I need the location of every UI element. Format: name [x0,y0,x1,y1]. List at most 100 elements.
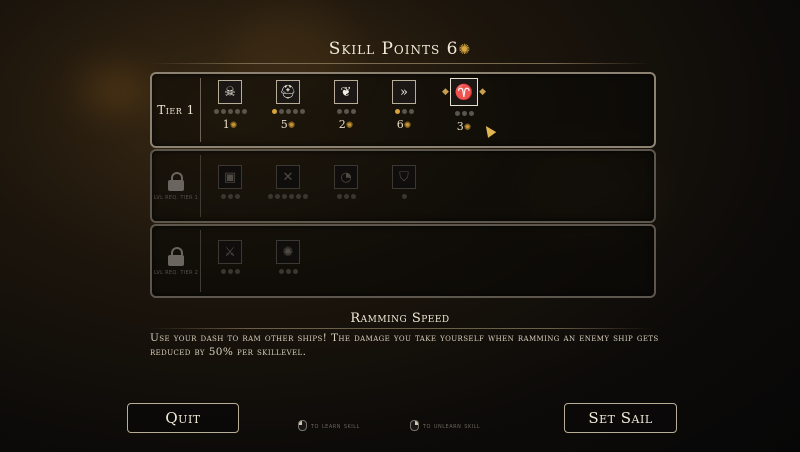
lock-icon [168,246,184,266]
skill-level-dots [278,269,298,275]
skill-level-dot [292,109,298,114]
tier-divider [200,78,201,142]
skill-level-dot [282,194,287,199]
tier-divider [200,155,201,217]
skill-level-dot [350,194,356,199]
skill-cost-value: 3 [456,120,464,133]
skill-level-dot [454,111,460,116]
skill-level-dot [220,194,226,199]
tier-1-panel: Tier 1 ☠ 1✺ ⛑ 5✺ ❦ 2✺» 6✺ ♈ ◆ ◆ 3✺ [150,72,656,148]
skill-level-dot [350,109,356,114]
skill-level-dots [271,109,305,115]
skill-level-dots [454,111,474,117]
right-mouse-icon [410,420,419,431]
tier-divider [200,230,201,292]
skill-cost: 3✺ [457,120,472,133]
claw-icon[interactable]: ❦ [334,80,358,104]
crossed-swords-icon: ⚔ [218,240,242,264]
skill-level-dot [343,194,349,199]
skill-slot[interactable]: ⛑ 5✺ [266,80,310,131]
cannon-crate-icon: ▣ [218,165,242,189]
skill-name-divider [150,328,652,329]
skill-level-dot [336,194,342,199]
skill-level-dots [268,194,308,200]
gear-icon: ✺ [345,121,354,131]
skill-level-dots [336,109,356,115]
skill-level-dots [394,109,414,115]
skill-level-dot [285,109,291,114]
skill-level-dot [220,109,226,114]
swirl-icon: ◔ [334,165,358,189]
skill-slot: ✕ [266,165,310,200]
lock-caption: LVL REQ. TIER 2 [153,269,199,276]
skill-slot[interactable]: ♈ ◆ ◆ 3✺ [442,78,486,133]
selected-skill-description: Use your dash to ram other ships! The da… [150,332,659,358]
skill-level-dot [299,109,305,114]
skill-level-dot [401,109,407,114]
skill-level-dot [292,269,298,274]
skill-level-dot [213,109,219,114]
unlearn-hint-text: to unlearn skill [423,421,481,430]
gear-icon: ✺ [229,121,238,131]
skill-level-dot [394,109,400,114]
skill-level-dot [234,269,240,274]
skill-level-dots [336,194,356,200]
quit-button[interactable]: Quit [127,403,239,433]
lock-icon [168,171,184,191]
selection-marker-icon: ◆ [442,87,449,97]
skill-level-dot [234,194,240,199]
skill-level-dot [408,109,414,114]
skill-slot[interactable]: ☠ 1✺ [208,80,252,131]
ram-icon[interactable]: ♈ [450,78,478,106]
skill-level-dot [285,269,291,274]
skill-level-dot [275,194,280,199]
skill-level-dot [278,269,284,274]
dash-arrows-icon[interactable]: » [392,80,416,104]
lock-caption: LVL REQ. TIER 1 [153,194,199,201]
skill-level-dot [234,109,240,114]
skill-slot: ◔ [324,165,368,200]
skill-slot[interactable]: » 6✺ [382,80,426,131]
skill-slot: ▣ [208,165,252,200]
skill-cost-value: 6 [396,118,404,131]
skill-cost: 5✺ [281,118,296,131]
skill-slot[interactable]: ❦ 2✺ [324,80,368,131]
skill-level-dot [227,194,233,199]
tier-2-panel: LVL REQ. TIER 1 ▣ ✕ ◔ ⛉ [150,149,656,223]
shield-helmet-icon[interactable]: ⛑ [276,80,300,104]
skill-level-dot [220,269,226,274]
skill-points-count: 6 [446,39,459,59]
skill-level-dots [220,194,240,200]
skill-level-dot [278,109,284,114]
skill-level-dot [468,111,474,116]
gear-icon: ✺ [403,121,412,131]
skill-level-dot [271,109,277,114]
skill-slot: ✺ [266,240,310,275]
skill-level-dot [227,109,233,114]
skull-helmet-icon[interactable]: ☠ [218,80,242,104]
unlearn-hint: to unlearn skill [410,420,480,431]
crossed-tools-icon: ✕ [276,165,300,189]
skill-cost-value: 1 [222,118,230,131]
skill-slot: ⛉ [382,165,426,200]
skill-level-dot [241,109,247,114]
shield-icon: ⛉ [392,165,416,189]
compass-icon: ✺ [276,240,300,264]
tier-2-lock: LVL REQ. TIER 1 [152,151,200,221]
tier-3-lock: LVL REQ. TIER 2 [152,226,200,296]
background-glow [80,70,150,110]
skill-level-dots [220,269,240,275]
skill-level-dot [343,109,349,114]
set-sail-button[interactable]: Set Sail [564,403,677,433]
title-divider [150,63,650,64]
gear-icon: ✺ [458,42,472,58]
tier-1-label: Tier 1 [157,103,195,117]
skill-slot: ⚔ [208,240,252,275]
skill-level-dot [268,194,273,199]
skill-level-dot [461,111,467,116]
skill-level-dot [401,194,407,199]
skill-level-dot [303,194,308,199]
skill-cost-value: 5 [280,118,288,131]
skill-cost: 1✺ [223,118,238,131]
skill-level-dots [401,194,407,200]
